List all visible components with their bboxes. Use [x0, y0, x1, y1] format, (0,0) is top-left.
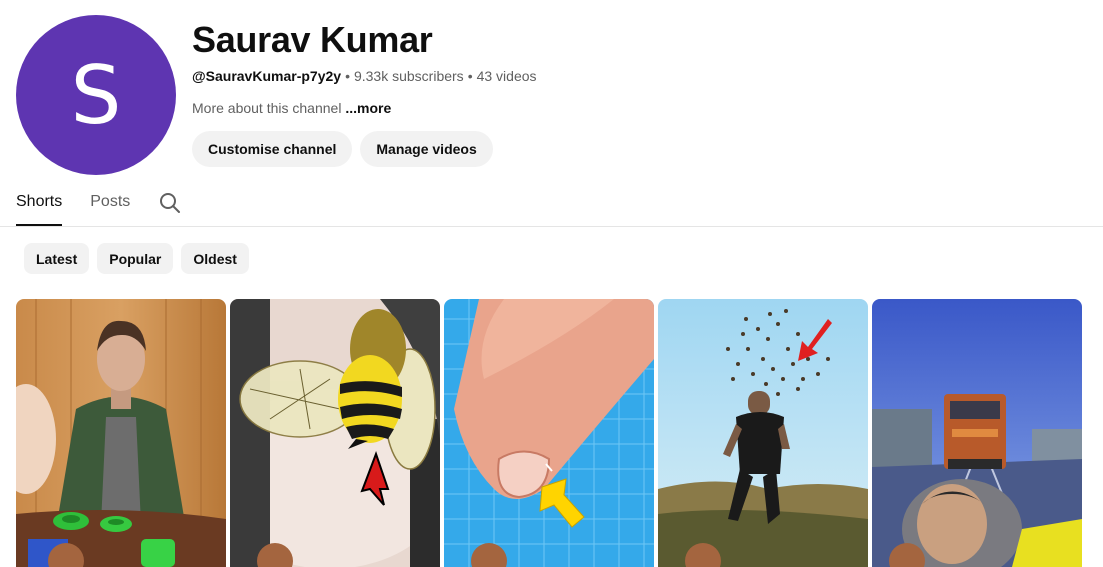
- channel-tabs: Shorts Posts: [16, 182, 182, 226]
- swarm-thumbnail: [658, 299, 868, 567]
- chip-oldest[interactable]: Oldest: [181, 243, 249, 274]
- short-thumbnail[interactable]: [230, 299, 440, 567]
- video-count: 43 videos: [476, 68, 537, 84]
- tab-posts[interactable]: Posts: [90, 182, 130, 226]
- short-thumbnail[interactable]: [16, 299, 226, 567]
- train-thumbnail: [872, 299, 1082, 567]
- sort-chips: Latest Popular Oldest: [24, 243, 249, 274]
- search-icon[interactable]: [158, 182, 182, 220]
- finger-thumbnail: [444, 299, 654, 567]
- meta-separator: •: [467, 68, 473, 84]
- short-thumbnail[interactable]: [872, 299, 1082, 567]
- bee-thumbnail: [230, 299, 440, 567]
- tab-shorts[interactable]: Shorts: [16, 182, 63, 226]
- customise-channel-button[interactable]: Customise channel: [192, 131, 353, 167]
- channel-about[interactable]: More about this channel ...more: [192, 100, 391, 116]
- shorts-grid: [16, 299, 1082, 567]
- channel-actions: Customise channel Manage videos: [192, 131, 493, 167]
- about-more-link[interactable]: ...more: [345, 100, 391, 116]
- channel-meta: @SauravKumar-p7y2y • 9.33k subscribers • 43 …: [192, 68, 537, 84]
- short-thumbnail[interactable]: [658, 299, 868, 567]
- manage-videos-button[interactable]: Manage videos: [360, 131, 493, 167]
- channel-header: S Saurav Kumar @SauravKumar-p7y2y • 9.33k …: [16, 15, 1086, 175]
- chip-popular[interactable]: Popular: [97, 243, 174, 274]
- subscriber-count: 9.33k subscribers: [353, 68, 464, 84]
- meta-separator: •: [345, 68, 350, 84]
- short-thumbnail[interactable]: [444, 299, 654, 567]
- about-text: More about this channel: [192, 100, 342, 116]
- tabs-divider: [0, 226, 1103, 227]
- channel-name: Saurav Kumar: [192, 19, 433, 60]
- man-table-thumbnail: [16, 299, 226, 567]
- channel-handle: @SauravKumar-p7y2y: [192, 68, 342, 84]
- channel-avatar[interactable]: S: [16, 15, 176, 175]
- chip-latest[interactable]: Latest: [24, 243, 90, 274]
